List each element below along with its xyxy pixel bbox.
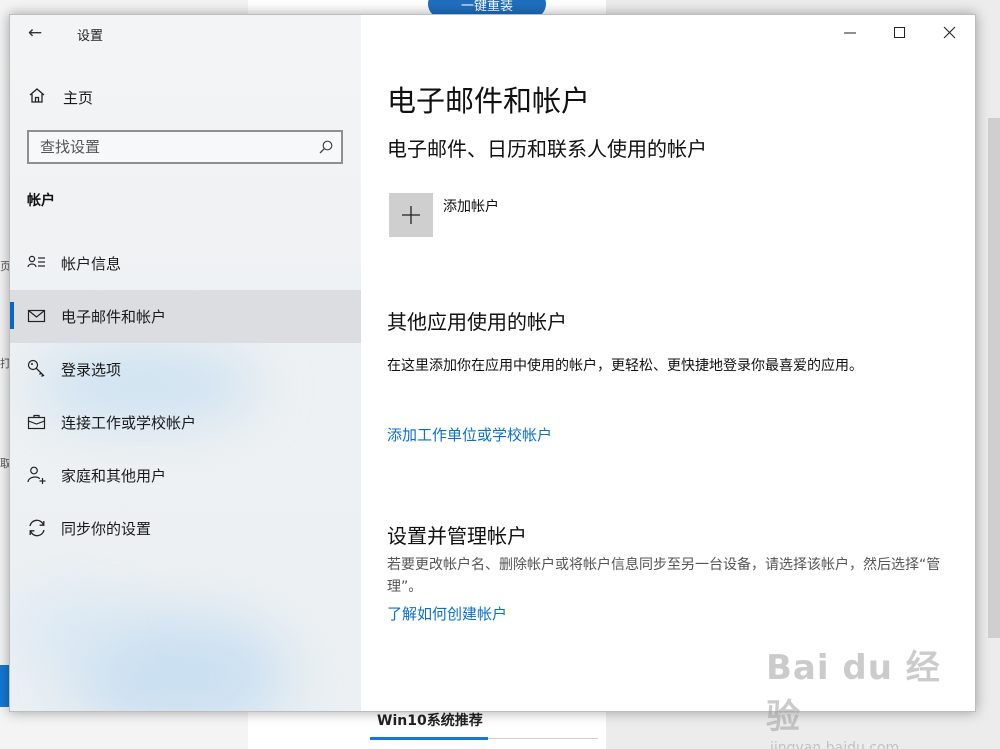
section-heading-manage-accounts: 设置并管理帐户: [387, 524, 527, 548]
account-info-icon: [27, 255, 45, 268]
add-account-label[interactable]: 添加帐户: [443, 196, 499, 216]
background-scrollbar[interactable]: [988, 118, 1000, 638]
add-account-button[interactable]: [389, 193, 433, 237]
sidebar-item-email-accounts[interactable]: 电子邮件和帐户: [10, 290, 361, 343]
back-arrow-icon: ←: [27, 23, 43, 43]
section-heading-email-accounts: 电子邮件、日历和联系人使用的帐户: [387, 137, 707, 161]
sidebar-item-label: 帐户信息: [61, 255, 122, 273]
add-person-icon: [27, 466, 46, 484]
search-box[interactable]: [27, 130, 343, 164]
section-title: 帐户: [27, 193, 55, 209]
sidebar-glow: [10, 585, 130, 675]
sidebar-item-account-info[interactable]: 帐户信息: [10, 237, 361, 290]
section-heading-other-apps: 其他应用使用的帐户: [387, 310, 567, 334]
title-bar: ← 设置: [10, 15, 361, 53]
sidebar-item-label: 电子邮件和帐户: [61, 308, 167, 326]
sidebar-item-label: 同步你的设置: [61, 520, 152, 538]
learn-create-account-link[interactable]: 了解如何创建帐户: [387, 603, 507, 624]
window-title: 设置: [77, 29, 104, 44]
watermark-sub: jingyan.baidu.com: [770, 740, 900, 749]
sidebar-item-label: 登录选项: [61, 361, 122, 379]
sidebar-item-label: 家庭和其他用户: [61, 467, 167, 485]
background-footer-title[interactable]: Win10系统推荐: [377, 710, 483, 730]
key-icon: [27, 359, 45, 377]
sidebar-item-label: 连接工作或学校帐户: [61, 414, 197, 432]
mail-icon: [27, 309, 46, 323]
sidebar-item-work-school[interactable]: 连接工作或学校帐户: [10, 396, 361, 449]
settings-window: ← 设置 主页 帐户: [9, 14, 976, 712]
active-indicator: [10, 302, 14, 329]
add-work-school-account-link[interactable]: 添加工作单位或学校帐户: [387, 424, 552, 445]
sidebar-item-family-users[interactable]: 家庭和其他用户: [10, 449, 361, 502]
sidebar: ← 设置 主页 帐户: [10, 15, 361, 711]
other-apps-description: 在这里添加你在应用中使用的帐户，更轻松、更快捷地登录你最喜爱的应用。: [387, 358, 863, 374]
briefcase-icon: [27, 414, 46, 430]
plus-icon: [402, 206, 420, 224]
sync-icon: [29, 519, 45, 537]
main-content: 电子邮件和帐户 电子邮件、日历和联系人使用的帐户 添加帐户 其他应用使用的帐户 …: [361, 15, 975, 711]
background-footer-active-tab: [370, 737, 488, 740]
sidebar-nav: 帐户信息 电子邮件和帐户 登录选项 连接工作或学校帐户 家庭和其他用户 同步你的…: [10, 237, 361, 555]
manage-accounts-description: 若要更改帐户名、删除帐户或将帐户信息同步至另一台设备，请选择该帐户，然后选择“管…: [387, 557, 941, 595]
sidebar-item-sign-in-options[interactable]: 登录选项: [10, 343, 361, 396]
sidebar-item-sync-settings[interactable]: 同步你的设置: [10, 502, 361, 555]
watermark-main: Bai du 经验: [766, 648, 941, 737]
home-icon: [29, 88, 45, 103]
sidebar-item-home[interactable]: 主页: [10, 79, 361, 115]
sidebar-item-label: 主页: [63, 89, 94, 107]
back-button[interactable]: ←: [22, 21, 48, 47]
baidu-watermark: Bai du 经验 jingyan.baidu.com: [766, 640, 956, 749]
search-input[interactable]: [29, 132, 309, 162]
page-title: 电子邮件和帐户: [387, 84, 591, 118]
search-icon[interactable]: [318, 139, 334, 155]
